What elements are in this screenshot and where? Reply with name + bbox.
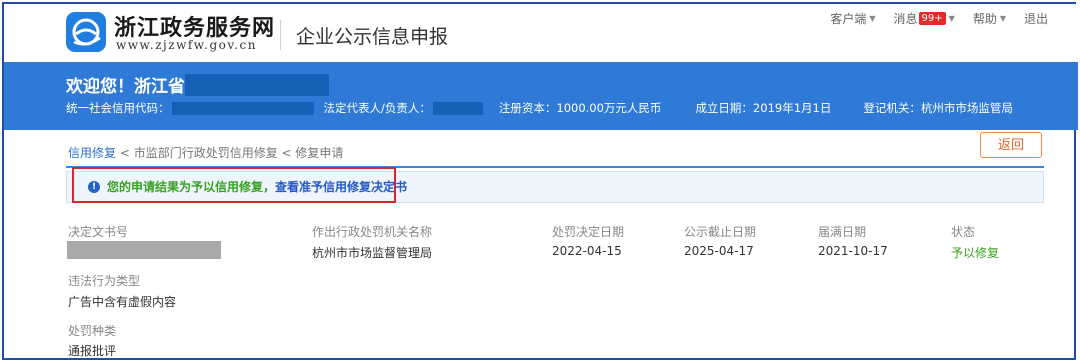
- chevron-down-icon: ▼: [869, 14, 876, 23]
- breadcrumb-penalty-repair[interactable]: 市监部门行政处罚信用修复: [134, 146, 278, 160]
- penalty-type-label: 处罚种类: [68, 324, 117, 338]
- violation-type-value: 广告中含有虚假内容: [68, 295, 177, 309]
- nav-messages[interactable]: 消息 99+ ▼: [894, 10, 955, 27]
- header-divider: [280, 20, 281, 50]
- decision-date-label: 处罚决定日期: [552, 225, 625, 239]
- top-nav: 客户端 ▼ 消息 99+ ▼ 帮助 ▼ 退出: [812, 10, 1048, 27]
- nav-logout-label: 退出: [1023, 12, 1048, 26]
- message-count-badge: 99+: [918, 12, 946, 25]
- back-button[interactable]: 返回: [980, 132, 1042, 158]
- credit-code-redacted: [171, 101, 314, 115]
- breadcrumb: 信用修复 < 市监部门行政处罚信用修复 < 修复申请: [68, 144, 343, 161]
- welcome-text: 欢迎您！浙江省: [66, 77, 185, 97]
- company-banner: 欢迎您！浙江省 统一社会信用代码： 法定代表人/负责人： 注册资本：1000.0…: [4, 62, 1078, 130]
- authority-value: 杭州市市场监督管理局: [312, 246, 433, 260]
- info-icon: !: [88, 180, 100, 193]
- status-badge: 予以修复: [951, 246, 1000, 260]
- nav-logout[interactable]: 退出: [1024, 10, 1048, 27]
- breadcrumb-separator: <: [116, 146, 134, 160]
- legal-rep-redacted: [432, 101, 483, 115]
- site-header: 浙江政务服务网 www.zjzwfw.gov.cn 企业公示信息申报 客户端 ▼…: [4, 4, 1078, 62]
- authority-label: 作出行政处罚机关名称: [312, 225, 433, 239]
- breadcrumb-credit-repair[interactable]: 信用修复: [68, 146, 116, 160]
- violation-type-label: 违法行为类型: [68, 274, 141, 288]
- credit-code-label: 统一社会信用代码：: [66, 101, 170, 115]
- company-info-row: 统一社会信用代码： 法定代表人/负责人： 注册资本：1000.00万元人民币 成…: [66, 100, 1013, 116]
- publicity-end-value: 2025-04-17: [684, 244, 754, 258]
- site-logo-icon[interactable]: [66, 12, 106, 52]
- nav-client-label: 客户端: [830, 12, 867, 26]
- notice-message: ! 您的申请结果为予以信用修复， 查看准予信用修复决定书: [88, 178, 407, 195]
- system-title: 企业公示信息申报: [296, 26, 449, 48]
- nav-help-label: 帮助: [972, 12, 997, 26]
- company-name-redacted: [185, 73, 329, 96]
- welcome-message: 欢迎您！浙江省: [66, 72, 329, 97]
- status-label: 状态: [951, 225, 976, 239]
- legal-rep-label: 法定代表人/负责人：: [323, 101, 431, 115]
- chevron-down-icon: ▼: [999, 14, 1006, 23]
- nav-messages-label: 消息: [893, 12, 918, 26]
- established-date: 成立日期：2019年1月1日: [695, 101, 832, 115]
- doc-no-label: 决定文书号: [68, 225, 129, 239]
- view-decision-link[interactable]: 查看准予信用修复决定书: [275, 178, 407, 195]
- chevron-down-icon: ▼: [948, 14, 955, 23]
- doc-no-redacted: [67, 241, 221, 259]
- breadcrumb-current: 修复申请: [295, 146, 344, 160]
- site-logo-url: www.zjzwfw.gov.cn: [116, 38, 257, 52]
- app-frame: 浙江政务服务网 www.zjzwfw.gov.cn 企业公示信息申报 客户端 ▼…: [2, 2, 1078, 360]
- notice-result-text: 您的申请结果为予以信用修复，: [107, 180, 276, 194]
- breadcrumb-separator: <: [277, 146, 296, 160]
- registration-authority: 登记机关：杭州市市场监管局: [863, 101, 1013, 115]
- decision-date-value: 2022-04-15: [552, 244, 622, 258]
- expiry-label: 届满日期: [818, 225, 867, 239]
- nav-client[interactable]: 客户端 ▼: [830, 10, 875, 27]
- expiry-value: 2021-10-17: [818, 244, 888, 258]
- publicity-end-label: 公示截止日期: [684, 225, 757, 239]
- nav-help[interactable]: 帮助 ▼: [973, 10, 1006, 27]
- registered-capital: 注册资本：1000.00万元人民币: [498, 101, 662, 115]
- penalty-type-value: 通报批评: [68, 344, 117, 358]
